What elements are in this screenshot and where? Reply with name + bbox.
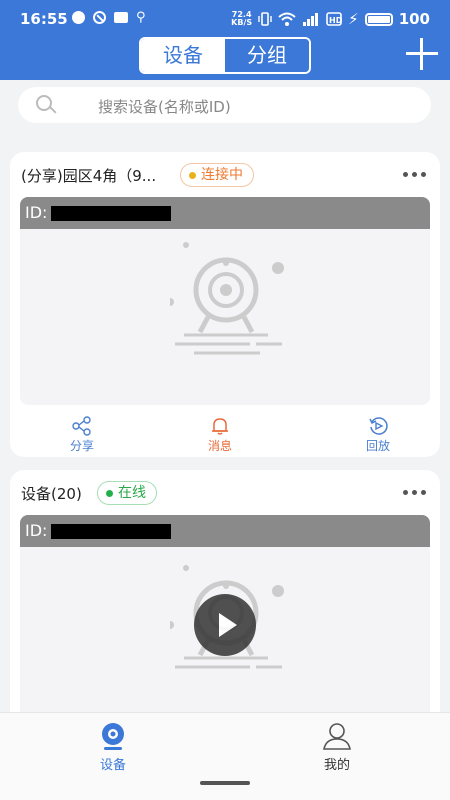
camera-icon xyxy=(102,723,124,750)
status-time: 16:55 xyxy=(20,10,68,28)
status-text: 连接中 xyxy=(201,167,243,183)
usb-icon: ⚲ xyxy=(136,10,146,25)
status-badge: 连接中 xyxy=(180,163,254,187)
nav-mine[interactable]: 我的 xyxy=(297,721,377,773)
android-icon xyxy=(114,12,128,23)
wifi-icon xyxy=(278,12,296,26)
message-button[interactable]: 消息 xyxy=(180,416,260,454)
battery-icon xyxy=(364,12,393,26)
add-device-button[interactable] xyxy=(406,38,438,70)
vibrate-icon xyxy=(258,12,272,26)
device-card[interactable]: (分享)园区4角（9... 连接中 ID: 分享 消息 回放 xyxy=(10,152,440,457)
net-speed: 72.4 KB/S xyxy=(231,11,252,27)
device-name: 设备(20) xyxy=(21,485,82,503)
nav-devices[interactable]: 设备 xyxy=(73,721,153,773)
status-notification-icons: ⚲ xyxy=(72,10,146,25)
status-system-icons: 72.4 KB/S HD ⚡ 100 xyxy=(231,10,430,28)
nav-devices-label: 设备 xyxy=(99,758,126,773)
bottom-navigation: 设备 我的 xyxy=(0,712,450,800)
replay-label: 回放 xyxy=(365,439,390,453)
replay-button[interactable]: 回放 xyxy=(338,416,418,454)
camera-preview[interactable]: ID: xyxy=(20,515,430,730)
search-icon xyxy=(36,95,57,115)
tab-groups[interactable]: 分组 xyxy=(225,39,309,72)
chat-bubble-icon xyxy=(72,11,85,24)
more-options-button[interactable] xyxy=(403,172,426,177)
person-icon xyxy=(323,723,351,750)
battery-level: 100 xyxy=(398,10,430,28)
tab-devices[interactable]: 设备 xyxy=(141,39,225,72)
device-card[interactable]: 设备(20) 在线 ID: xyxy=(10,470,440,730)
status-text: 在线 xyxy=(118,485,146,501)
device-id-label: ID: xyxy=(25,521,48,540)
bell-icon xyxy=(212,418,228,435)
search-input[interactable]: 搜索设备(名称或ID) xyxy=(98,96,231,117)
home-indicator xyxy=(200,781,250,785)
device-id-label: ID: xyxy=(25,203,48,222)
status-dot xyxy=(189,172,196,179)
share-button[interactable]: 分享 xyxy=(42,416,122,454)
app-header: 16:55 ⚲ 72.4 KB/S HD ⚡ 100 设备 分组 xyxy=(0,0,450,80)
signal-icon xyxy=(303,13,319,26)
net-speed-unit: KB/S xyxy=(231,18,253,27)
search-bar[interactable]: 搜索设备(名称或ID) xyxy=(18,87,431,123)
play-button[interactable] xyxy=(194,594,256,656)
status-bar: 16:55 ⚲ 72.4 KB/S HD ⚡ 100 xyxy=(0,0,450,38)
status-dot xyxy=(106,490,113,497)
redacted-id xyxy=(51,206,171,221)
message-label: 消息 xyxy=(207,439,232,453)
device-name: (分享)园区4角（9... xyxy=(21,167,157,185)
preview-id-bar: ID: xyxy=(20,515,430,547)
more-options-button[interactable] xyxy=(403,490,426,495)
preview-id-bar: ID: xyxy=(20,197,430,229)
svg-text:HD: HD xyxy=(329,16,342,25)
share-icon xyxy=(72,416,91,436)
share-label: 分享 xyxy=(69,439,94,453)
nav-mine-label: 我的 xyxy=(323,758,350,773)
card-actions: 分享 消息 回放 xyxy=(10,414,440,454)
status-badge: 在线 xyxy=(97,481,157,505)
camera-placeholder-icon xyxy=(170,242,284,355)
charging-icon: ⚡ xyxy=(348,10,359,28)
camera-preview[interactable]: ID: xyxy=(20,197,430,405)
replay-icon xyxy=(369,417,388,435)
redacted-id xyxy=(51,524,171,539)
do-not-disturb-icon xyxy=(93,11,106,24)
device-group-switch: 设备 分组 xyxy=(139,37,311,74)
hd-icon: HD xyxy=(326,12,342,26)
